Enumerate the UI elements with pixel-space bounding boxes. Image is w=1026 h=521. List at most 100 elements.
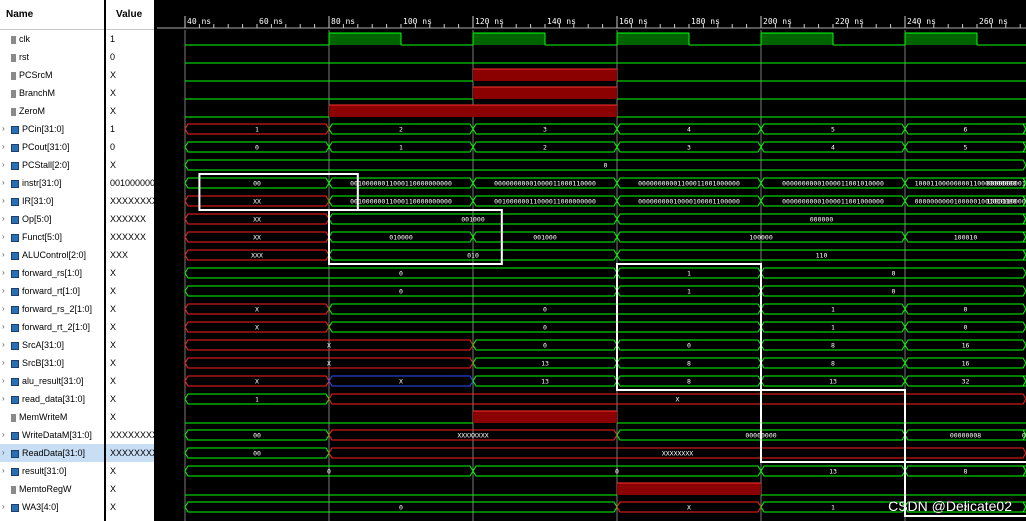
signal-name-row[interactable]: PCSrcM xyxy=(0,66,104,84)
signal-name-row[interactable]: › PCout[31:0] xyxy=(0,138,104,156)
signal-name-label: MemtoRegW xyxy=(19,484,72,494)
signal-name-row[interactable]: › Op[5:0] xyxy=(0,210,104,228)
bus-value-label: 0 xyxy=(543,324,547,332)
bus-value-label: 1 xyxy=(399,144,403,152)
bus-value-label: 00000008 xyxy=(950,432,981,440)
signal-value-cell: X xyxy=(110,322,117,332)
signal-value-cell: 0 xyxy=(110,142,116,152)
signal-name-row[interactable]: › instr[31:0] xyxy=(0,174,104,192)
bus-value-label: 100000 xyxy=(749,234,773,242)
bus-value-label: 0 xyxy=(543,306,547,314)
signal-name-row[interactable]: MemtoRegW xyxy=(0,480,104,498)
bus-signal-icon xyxy=(11,125,19,134)
bus-value-label: 1 xyxy=(831,504,835,512)
signal-name-row[interactable]: › result[31:0] xyxy=(0,462,104,480)
value-column-header[interactable]: Value xyxy=(106,0,154,30)
bus-value-label: 010 xyxy=(467,252,479,260)
signal-name-row[interactable]: › forward_rt_2[1:0] xyxy=(0,318,104,336)
signal-value-cell: 001000000 xyxy=(110,178,154,188)
signal-name-row[interactable]: › PCStall[2:0] xyxy=(0,156,104,174)
expand-chevron-icon[interactable]: › xyxy=(2,354,5,372)
signal-name-row[interactable]: clk xyxy=(0,30,104,48)
signal-value-cell: X xyxy=(110,358,117,368)
expand-chevron-icon[interactable]: › xyxy=(2,318,5,336)
time-label: 140 ns xyxy=(547,17,576,26)
signal-value-cell: X xyxy=(110,484,117,494)
signal-name-row[interactable]: › read_data[31:0] xyxy=(0,390,104,408)
bus-signal-icon xyxy=(11,269,19,278)
expand-chevron-icon[interactable]: › xyxy=(2,300,5,318)
signal-name-row[interactable]: › SrcA[31:0] xyxy=(0,336,104,354)
expand-chevron-icon[interactable]: › xyxy=(2,138,5,156)
bus-value-label: 13 xyxy=(829,378,837,386)
bus-value-label: X xyxy=(676,396,680,404)
wire-signal-icon xyxy=(11,89,16,98)
expand-chevron-icon[interactable]: › xyxy=(2,192,5,210)
expand-chevron-icon[interactable]: › xyxy=(2,498,5,516)
signal-value-cell: X xyxy=(110,106,117,116)
bus-value-label: 10001100000000110000000000 xyxy=(987,198,1026,206)
highlight-box xyxy=(760,389,906,463)
signal-name-label: SrcA[31:0] xyxy=(22,340,65,350)
bus-value-label: 00100000011000110000000000 xyxy=(350,180,452,188)
waveform-canvas[interactable]: 40 ns 60 ns 80 ns 100 ns 120 ns 140 ns 160 ns 1… xyxy=(157,0,1026,521)
signal-name-row[interactable]: › SrcB[31:0] xyxy=(0,354,104,372)
expand-chevron-icon[interactable]: › xyxy=(2,444,5,462)
bus-value-label: 000000 xyxy=(810,216,834,224)
expand-chevron-icon[interactable]: › xyxy=(2,462,5,480)
expand-chevron-icon[interactable]: › xyxy=(2,120,5,138)
wire-signal-icon xyxy=(11,485,16,494)
signal-name-row[interactable]: › WriteDataM[31:0] xyxy=(0,426,104,444)
time-label: 60 ns xyxy=(259,17,283,26)
signal-name-row[interactable]: › alu_result[31:0] xyxy=(0,372,104,390)
name-column-header[interactable]: Name xyxy=(0,0,104,30)
expand-chevron-icon[interactable]: › xyxy=(2,282,5,300)
expand-chevron-icon[interactable]: › xyxy=(2,174,5,192)
expand-chevron-icon[interactable]: › xyxy=(2,210,5,228)
signal-value-cell: XXXXXX xyxy=(110,232,147,242)
bus-value-label: 0 xyxy=(892,288,896,296)
bus-value-label: 00000010 xyxy=(1022,432,1026,440)
expand-chevron-icon[interactable]: › xyxy=(2,264,5,282)
signal-name-row[interactable]: › ReadData[31:0] xyxy=(0,444,104,462)
time-label: 240 ns xyxy=(907,17,936,26)
expand-chevron-icon[interactable]: › xyxy=(2,246,5,264)
bus-value-label: 0 xyxy=(964,324,968,332)
bus-value-label: 00000000001000011001000000 xyxy=(782,198,884,206)
bus-value-label: 32 xyxy=(962,378,970,386)
signal-name-label: PCStall[2:0] xyxy=(22,160,70,170)
bus-signal-icon xyxy=(11,233,19,242)
signal-name-row[interactable]: › PCin[31:0] xyxy=(0,120,104,138)
signal-name-label: PCSrcM xyxy=(19,70,53,80)
signal-name-row[interactable]: MemWriteM xyxy=(0,408,104,426)
signal-name-row[interactable]: › forward_rs_2[1:0] xyxy=(0,300,104,318)
bus-signal-icon xyxy=(11,251,19,260)
signal-name-row[interactable]: › ALUControl[2:0] xyxy=(0,246,104,264)
signal-name-row[interactable]: › WA3[4:0] xyxy=(0,498,104,516)
signal-name-row[interactable]: › forward_rt[1:0] xyxy=(0,282,104,300)
bus-value-label: 1 xyxy=(687,270,691,278)
bus-value-label: 00 xyxy=(253,432,261,440)
high-level-fill xyxy=(473,33,545,45)
signal-name-label: clk xyxy=(19,34,30,44)
column-divider[interactable] xyxy=(154,0,156,521)
signal-name-row[interactable]: › IR[31:0] xyxy=(0,192,104,210)
expand-chevron-icon[interactable]: › xyxy=(2,228,5,246)
expand-chevron-icon[interactable]: › xyxy=(2,426,5,444)
expand-chevron-icon[interactable]: › xyxy=(2,156,5,174)
bus-value-label: 00000000010000100001100000 xyxy=(638,198,740,206)
expand-chevron-icon[interactable]: › xyxy=(2,336,5,354)
signal-name-row[interactable]: rst xyxy=(0,48,104,66)
signal-name-row[interactable]: › Funct[5:0] xyxy=(0,228,104,246)
signal-name-label: BranchM xyxy=(19,88,56,98)
signal-name-row[interactable]: ZeroM xyxy=(0,102,104,120)
expand-chevron-icon[interactable]: › xyxy=(2,372,5,390)
bus-value-label: 13 xyxy=(541,360,549,368)
bus-value-label: 00000000001000011000110000 xyxy=(494,180,596,188)
signal-name-row[interactable]: BranchM xyxy=(0,84,104,102)
wire-signal-icon xyxy=(11,53,16,62)
bus-value-label: 1 xyxy=(255,126,259,134)
signal-value-cell: X xyxy=(110,304,117,314)
signal-name-row[interactable]: › forward_rs[1:0] xyxy=(0,264,104,282)
expand-chevron-icon[interactable]: › xyxy=(2,390,5,408)
